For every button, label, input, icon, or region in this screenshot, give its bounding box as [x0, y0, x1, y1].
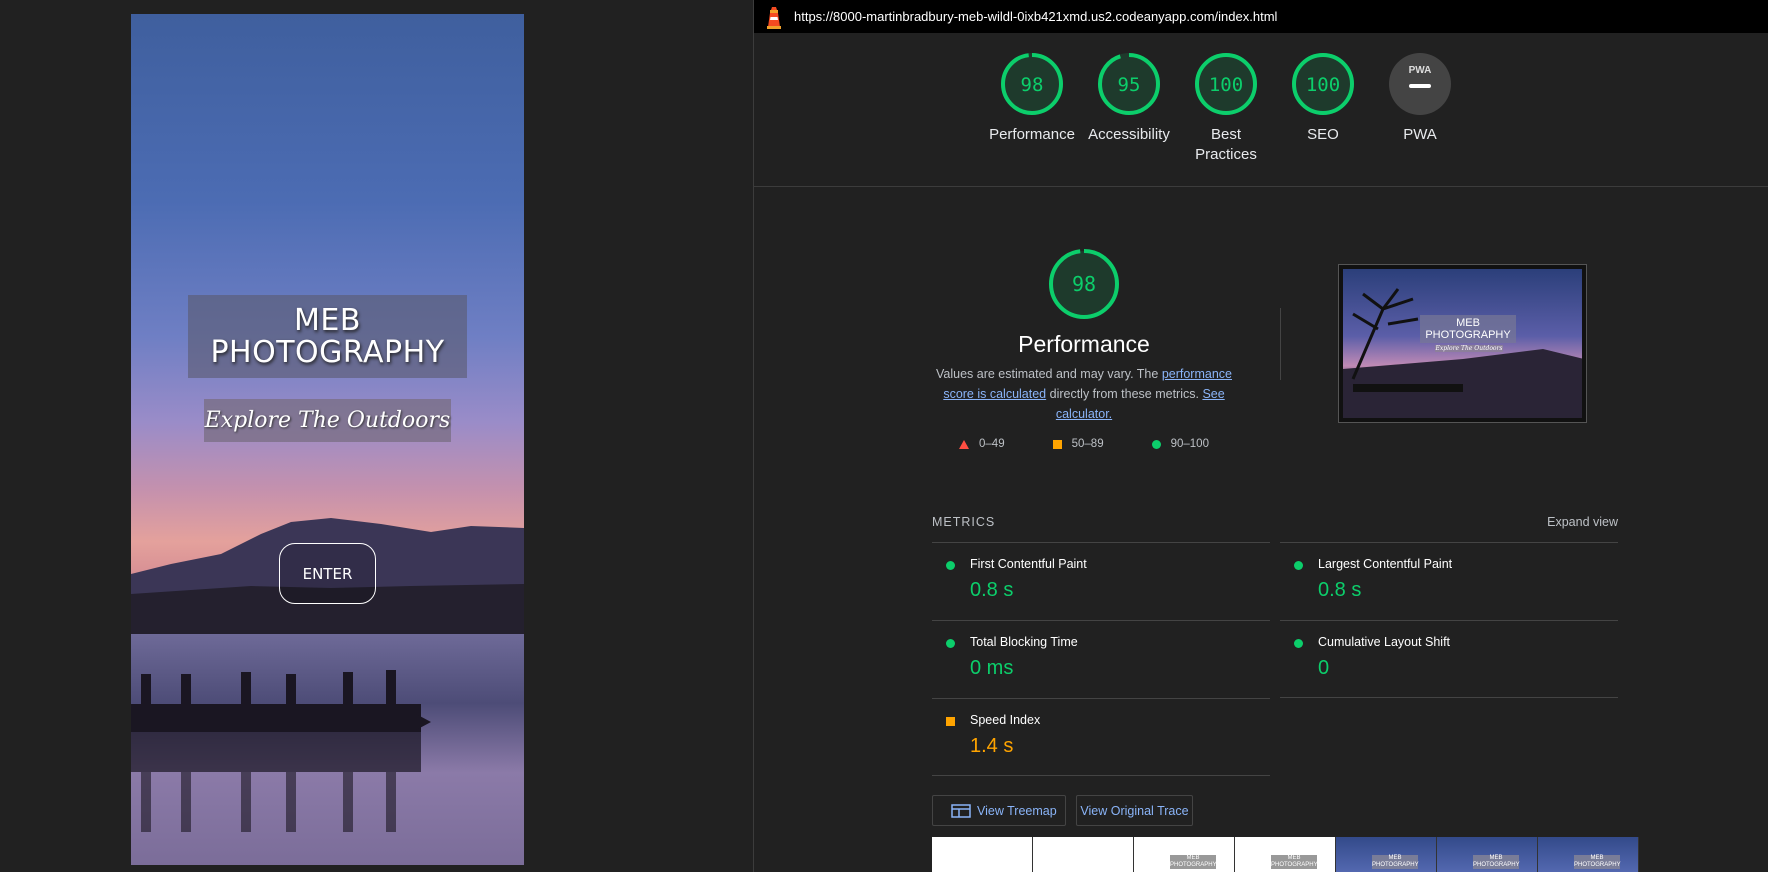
pass-circle-icon	[946, 561, 955, 570]
metric-name: Total Blocking Time	[970, 635, 1078, 649]
report-topbar: https://8000-martinbradbury-meb-wildl-0i…	[754, 0, 1768, 33]
expand-view-toggle[interactable]: Expand view	[1547, 515, 1618, 529]
performance-description: Values are estimated and may vary. The p…	[924, 364, 1244, 424]
treemap-icon	[951, 803, 971, 818]
legend-average-label: 50–89	[1071, 438, 1104, 450]
metrics-divider	[1280, 697, 1618, 698]
metric-value: 1.4 s	[970, 735, 1014, 757]
pass-circle-icon	[1151, 439, 1161, 449]
site-title: MEB PHOTOGRAPHY	[210, 302, 445, 370]
site-tagline: Explore The Outdoors	[204, 408, 451, 433]
thumbnail-tagline: Explore The Outdoors	[1435, 345, 1503, 352]
filmstrip-frame: MEB PHOTOGRAPHY	[1336, 837, 1437, 872]
summary-divider	[1280, 308, 1281, 380]
enter-button[interactable]: ENTER	[279, 543, 376, 604]
hero-title-box: MEB PHOTOGRAPHY	[188, 295, 467, 378]
filmstrip-frame-title: MEB PHOTOGRAPHY	[1372, 855, 1419, 869]
gauge-ring: 95	[1098, 53, 1160, 115]
metric-name: Speed Index	[970, 713, 1041, 727]
performance-title: Performance	[1018, 331, 1150, 357]
metric-total-blocking-time: Total Blocking Time 0 ms	[932, 620, 1270, 698]
filmstrip-frame: MEB PHOTOGRAPHY	[1235, 837, 1336, 872]
metrics-header: METRICS Expand view	[932, 515, 1618, 529]
thumbnail-tree-silhouette	[1343, 288, 1582, 418]
filmstrip-frame-title: MEB PHOTOGRAPHY	[1271, 855, 1318, 869]
thumbnail-title: MEB PHOTOGRAPHY	[1420, 315, 1516, 343]
legend-average: 50–89	[1052, 438, 1104, 450]
desc-prefix: Values are estimated and may vary. The	[936, 367, 1162, 381]
pwa-badge-text: PWA	[1409, 65, 1432, 76]
filmstrip-frame: MEB PHOTOGRAPHY	[1437, 837, 1538, 872]
metric-speed-index: Speed Index 1.4 s	[932, 698, 1270, 776]
filmstrip-frame-title: MEB PHOTOGRAPHY	[1473, 855, 1520, 869]
pass-circle-icon	[1294, 561, 1303, 570]
metric-largest-contentful-paint: Largest Contentful Paint 0.8 s	[1280, 542, 1618, 620]
lighthouse-icon	[767, 6, 781, 29]
gauge-ring: 98	[1001, 53, 1063, 115]
filmstrip-frame: MEB PHOTOGRAPHY	[1538, 837, 1639, 872]
average-square-icon	[1052, 439, 1062, 449]
gauge-score: 100	[1306, 74, 1340, 96]
pass-circle-icon	[1294, 639, 1303, 648]
metric-name: Cumulative Layout Shift	[1318, 635, 1451, 649]
filmstrip-frame-title: MEB PHOTOGRAPHY	[1170, 855, 1217, 869]
score-gauges: 98 Performance 95 Accessibility 100 Best Prac…	[754, 33, 1768, 187]
performance-gauge: 98	[1049, 249, 1119, 319]
mobile-preview: MEB PHOTOGRAPHY Explore The Outdoors ENT…	[131, 14, 524, 865]
metric-name: First Contentful Paint	[970, 557, 1087, 571]
legend-pass-label: 90–100	[1170, 438, 1209, 450]
gauge-label: Best Practices	[1195, 126, 1257, 163]
report-url[interactable]: https://8000-martinbradbury-meb-wildl-0i…	[794, 9, 1277, 24]
gauge-ring: 100	[1292, 53, 1354, 115]
final-screenshot-thumbnail[interactable]: MEB PHOTOGRAPHY Explore The Outdoors	[1338, 264, 1587, 423]
gauge-label: Accessibility	[1088, 126, 1170, 143]
view-treemap-button[interactable]: View Treemap	[932, 795, 1066, 826]
view-treemap-label: View Treemap	[977, 803, 1057, 818]
metric-value: 0.8 s	[1318, 579, 1362, 601]
filmstrip-frame-title: MEB PHOTOGRAPHY	[1574, 855, 1621, 869]
metric-cumulative-layout-shift: Cumulative Layout Shift 0	[1280, 620, 1618, 698]
performance-summary: 98 Performance Values are estimated and …	[924, 248, 1244, 450]
gauge-accessibility[interactable]: 95 Accessibility	[1084, 51, 1174, 145]
filmstrip-frame	[932, 837, 1033, 872]
jetty-silhouette	[131, 670, 431, 832]
filmstrip: MEB PHOTOGRAPHY MEB PHOTOGRAPHY MEB PHOT…	[932, 837, 1658, 872]
tagline-box: Explore The Outdoors	[204, 399, 451, 442]
metrics-divider	[932, 775, 1270, 776]
performance-score: 98	[1072, 272, 1096, 296]
metric-value: 0.8 s	[970, 579, 1014, 601]
gauge-label: SEO	[1307, 126, 1339, 143]
score-legend: 0–49 50–89 90–100	[924, 438, 1244, 450]
metric-value: 0	[1318, 657, 1330, 679]
view-original-trace-button[interactable]: View Original Trace	[1076, 795, 1193, 826]
metrics-label: METRICS	[932, 515, 996, 529]
gauge-score: 95	[1118, 74, 1141, 96]
gauge-best-practices[interactable]: 100 Best Practices	[1181, 51, 1271, 165]
lighthouse-report: https://8000-martinbradbury-meb-wildl-0i…	[753, 0, 1768, 872]
view-trace-label: View Original Trace	[1080, 803, 1189, 818]
gauge-score: 98	[1021, 74, 1044, 96]
pwa-dash-icon	[1409, 84, 1431, 88]
gauge-performance[interactable]: 98 Performance	[987, 51, 1077, 145]
gauge-score: 100	[1209, 74, 1243, 96]
gauge-ring: 100	[1195, 53, 1257, 115]
fail-triangle-icon	[959, 439, 970, 449]
gauge-label: PWA	[1403, 126, 1437, 143]
average-square-icon	[946, 717, 955, 726]
legend-fail: 0–49	[959, 438, 1005, 450]
thumbnail-image: MEB PHOTOGRAPHY Explore The Outdoors	[1343, 269, 1582, 418]
gauge-pwa[interactable]: PWA PWA	[1375, 51, 1465, 145]
gauge-ring: PWA	[1389, 53, 1451, 115]
desc-middle: directly from these metrics.	[1046, 387, 1203, 401]
filmstrip-frame	[1033, 837, 1134, 872]
gauge-seo[interactable]: 100 SEO	[1278, 51, 1368, 145]
pass-circle-icon	[946, 639, 955, 648]
metric-first-contentful-paint: First Contentful Paint 0.8 s	[932, 542, 1270, 620]
gauge-label: Performance	[989, 126, 1075, 143]
metric-name: Largest Contentful Paint	[1318, 557, 1453, 571]
legend-fail-label: 0–49	[979, 438, 1005, 450]
metric-value: 0 ms	[970, 657, 1014, 679]
filmstrip-frame: MEB PHOTOGRAPHY	[1134, 837, 1235, 872]
legend-pass: 90–100	[1151, 438, 1209, 450]
